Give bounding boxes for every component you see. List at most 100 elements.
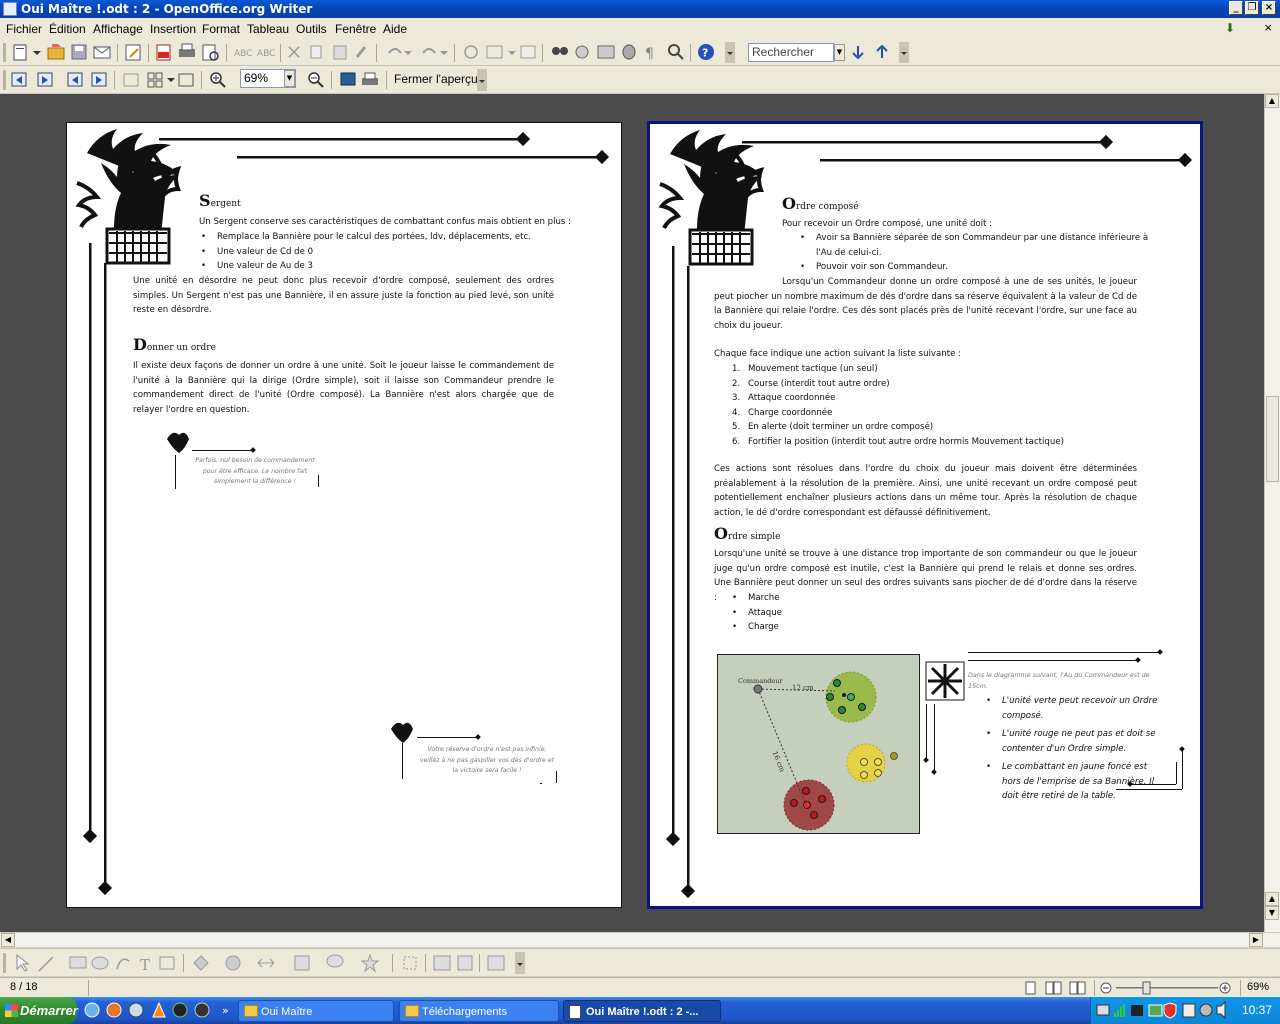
task-writer-active[interactable]: Oui Maître !.odt : 2 -... xyxy=(563,1000,721,1022)
vertical-scroll-thumb[interactable] xyxy=(1266,396,1279,482)
quicklaunch-vlc-icon xyxy=(152,1001,166,1018)
windows-logo-icon xyxy=(5,1004,18,1017)
menu-insertion[interactable]: Insertion xyxy=(150,22,196,36)
find-previous-icon xyxy=(876,44,888,58)
maximize-button[interactable]: ❐ xyxy=(1245,1,1259,15)
export-pdf-icon xyxy=(156,44,171,61)
print-preview-icon xyxy=(362,72,378,85)
undo-icon xyxy=(388,48,402,54)
symbol-shapes-icon xyxy=(225,955,241,971)
horizontal-scrollbar[interactable]: ◀ ▶ xyxy=(0,932,1280,947)
scroll-page-down-arrow[interactable]: ▼ xyxy=(1265,906,1279,920)
nvidia-icon xyxy=(1148,1004,1163,1017)
show-draw-functions-icon xyxy=(520,45,536,59)
menu-affichage[interactable]: Affichage xyxy=(93,22,143,36)
select-icon xyxy=(16,953,30,972)
page-preview-toolbar xyxy=(0,66,1280,94)
zoom-in-icon xyxy=(210,72,226,88)
scroll-left-arrow[interactable]: ◀ xyxy=(1,933,15,947)
zoom-percent[interactable]: 69% xyxy=(1247,981,1269,993)
updates-icon xyxy=(1199,1003,1213,1017)
zoom-icon xyxy=(668,44,680,56)
list-item: • Avoir sa Bannière séparée de son Comman… xyxy=(800,233,1149,243)
heading-donner-un-ordre: Donner un ordre xyxy=(133,335,216,354)
data-sources-icon xyxy=(622,44,636,60)
points-icon xyxy=(403,956,417,970)
quicklaunch-spotify-icon xyxy=(172,1002,188,1018)
list-item: 6. Fortifier la position (interdit tout a… xyxy=(732,436,1064,447)
first-page-icon xyxy=(67,72,83,87)
start-button[interactable]: Démarrer xyxy=(0,997,78,1024)
update-download-icon[interactable]: ⬇ xyxy=(1222,21,1238,35)
navigator-icon xyxy=(575,45,589,59)
list-item: Charge xyxy=(732,620,782,635)
quicklaunch-ie-icon xyxy=(84,1002,100,1018)
search-input[interactable]: Rechercher xyxy=(748,43,834,62)
list-item: Une valeur de Cd de 0 xyxy=(201,245,531,260)
redo-icon xyxy=(422,48,436,54)
menu-outils[interactable]: Outils xyxy=(296,22,327,36)
task-telechargements-folder[interactable]: Téléchargements xyxy=(399,1000,559,1022)
scroll-page-up-arrow[interactable]: ▲ xyxy=(1265,892,1279,906)
menu-edition[interactable]: Édition xyxy=(49,22,86,36)
scroll-right-arrow[interactable]: ▶ xyxy=(1249,933,1263,947)
paragraph-compose-intro: Pour recevoir un Ordre composé, une unit… xyxy=(782,219,993,229)
minimize-button[interactable]: _ xyxy=(1229,1,1243,15)
list-item: 2. Course (interdit tout autre ordre) xyxy=(732,378,890,389)
sergent-list: Remplace la Bannière pour le calcul des … xyxy=(201,230,531,274)
svg-text:»: » xyxy=(222,1004,229,1017)
menu-aide[interactable]: Aide xyxy=(383,22,407,36)
command-range-diagram: Commandeur 12 cm 16 cm xyxy=(717,654,920,834)
paste-icon xyxy=(333,45,347,60)
two-pages-icon xyxy=(123,73,139,87)
menu-fenetre[interactable]: Fenêtre xyxy=(335,22,376,36)
distance-12cm-label: 12 cm xyxy=(792,684,814,692)
status-bar: 8 / 18 69% xyxy=(0,977,1280,997)
new-document-icon xyxy=(13,44,27,61)
window-title: Oui Maître !.odt : 2 - OpenOffice.org Wr… xyxy=(21,2,313,16)
menu-tableau[interactable]: Tableau xyxy=(247,22,289,36)
print-icon xyxy=(179,43,195,57)
list-item: Une valeur de Au de 3 xyxy=(201,259,531,274)
previous-page-icon xyxy=(11,72,27,87)
simple-orders-list: Marche Attaque Charge xyxy=(732,591,782,635)
close-document-icon[interactable]: × xyxy=(1264,21,1272,35)
sidenote-1: Parfois, nul besoin de commandement pour… xyxy=(195,457,315,485)
title-bar: Oui Maître !.odt : 2 - OpenOffice.org Wr… xyxy=(0,0,1280,18)
single-page-view-icon xyxy=(1025,981,1036,995)
list-item: 1. Mouvement tactique (un seul) xyxy=(732,364,878,374)
copy-icon xyxy=(310,45,322,59)
close-button[interactable]: × xyxy=(1262,1,1276,15)
quicklaunch-firefox-icon xyxy=(106,1002,122,1018)
quicklaunch-steam-icon xyxy=(194,1002,210,1018)
from-file-icon xyxy=(457,955,473,971)
writer-doc-icon xyxy=(569,1005,581,1019)
scroll-up-arrow[interactable]: ▲ xyxy=(1265,94,1279,108)
list-item: Attaque xyxy=(732,606,782,621)
quicklaunch-thunderbird-icon xyxy=(128,1002,144,1018)
extrusion-icon xyxy=(487,955,505,971)
open-icon xyxy=(47,44,65,60)
menu-format[interactable]: Format xyxy=(202,22,240,36)
menu-fichier[interactable]: Fichier xyxy=(6,22,42,36)
folder-icon xyxy=(405,1005,419,1017)
search-dropdown-arrow[interactable]: ▼ xyxy=(834,44,845,61)
list-item: 5. En alerte (doit terminer un ordre comp… xyxy=(732,422,934,432)
close-preview-button[interactable]: Fermer l'aperçu xyxy=(394,72,478,86)
page-preview-icon xyxy=(202,44,219,61)
edit-file-icon xyxy=(125,44,141,61)
find-replace-icon xyxy=(552,47,568,55)
line-icon xyxy=(38,956,54,972)
list-item: • Pouvoir voir son Commandeur. xyxy=(800,262,948,272)
out-of-range-fighter xyxy=(890,752,898,760)
tray-app-icon xyxy=(1131,1005,1143,1016)
task-oui-maitre-folder[interactable]: Oui Maître xyxy=(238,1000,394,1022)
block-arrows-icon xyxy=(257,958,275,968)
standard-toolbar: ABC ABC ¶ ? xyxy=(0,39,1280,66)
ellipse-icon xyxy=(91,956,109,970)
zoom-dropdown-arrow[interactable]: ▼ xyxy=(284,70,295,87)
wifi-signal-icon xyxy=(1114,1004,1125,1017)
hyperlink-icon xyxy=(464,45,478,59)
zoom-slider-track xyxy=(1116,987,1218,989)
vertical-scrollbar[interactable]: ▲ ▲ ▼ xyxy=(1264,94,1280,932)
